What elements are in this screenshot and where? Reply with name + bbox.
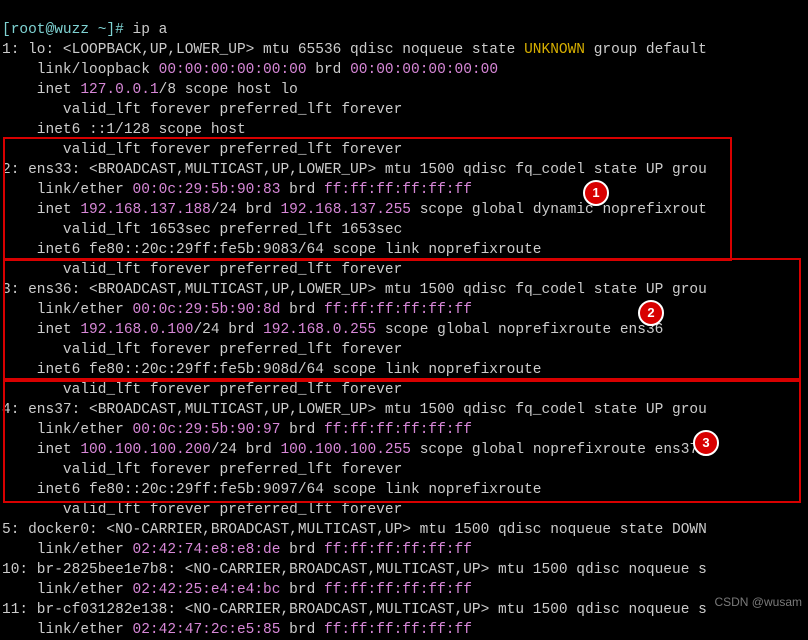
- ens37-mac: 00:0c:29:5b:90:97: [133, 422, 281, 438]
- lo-mac: 00:00:00:00:00:00: [159, 62, 307, 78]
- ens33-inet-ip: 192.168.137.188: [80, 202, 211, 218]
- ens33-inet-brd: 192.168.137.255: [280, 202, 411, 218]
- lo-state: UNKNOWN: [524, 42, 585, 58]
- lo-inet-a: inet: [2, 82, 80, 98]
- br2-header: 11: br-cf031282e138: <NO-CARRIER,BROADCA…: [2, 602, 707, 618]
- ens33-inet-a: inet: [2, 202, 80, 218]
- lo-inet-b: /8 scope host lo: [159, 82, 298, 98]
- br1-mac: 02:42:25:e4:e4:bc: [133, 582, 281, 598]
- ens37-valid: valid_lft forever preferred_lft forever: [2, 462, 402, 478]
- docker0-link-b: brd: [280, 542, 324, 558]
- ens36-link-a: link/ether: [2, 302, 133, 318]
- ens36-inet-b: /24 brd: [193, 322, 263, 338]
- ens37-inet-c: scope global noprefixroute ens37: [411, 442, 698, 458]
- ens36-mac: 00:0c:29:5b:90:8d: [133, 302, 281, 318]
- ens36-link-b: brd: [280, 302, 324, 318]
- lo-valid6: valid_lft forever preferred_lft forever: [2, 142, 402, 158]
- ens33-inet-b: /24 brd: [211, 202, 281, 218]
- ens36-inet-ip: 192.168.0.100: [80, 322, 193, 338]
- lo-inet-ip: 127.0.0.1: [80, 82, 158, 98]
- ens33-inet6: inet6 fe80::20c:29ff:fe5b:9083/64 scope …: [2, 242, 542, 258]
- ens36-valid: valid_lft forever preferred_lft forever: [2, 342, 402, 358]
- br1-link-a: link/ether: [2, 582, 133, 598]
- terminal-output: [root@wuzz ~]# ip a 1: lo: <LOOPBACK,UP,…: [2, 0, 707, 640]
- ens37-header: 4: ens37: <BROADCAST,MULTICAST,UP,LOWER_…: [2, 402, 707, 418]
- docker0-header: 5: docker0: <NO-CARRIER,BROADCAST,MULTIC…: [2, 522, 707, 538]
- br2-link-b: brd: [280, 622, 324, 638]
- annotation-badge-2: 2: [638, 300, 664, 326]
- ens37-inet-b: /24 brd: [211, 442, 281, 458]
- br2-brd: ff:ff:ff:ff:ff:ff: [324, 622, 472, 638]
- ens36-valid6: valid_lft forever preferred_lft forever: [2, 382, 402, 398]
- watermark: CSDN @wusam: [714, 592, 802, 612]
- ens36-brd: ff:ff:ff:ff:ff:ff: [324, 302, 472, 318]
- br1-link-b: brd: [280, 582, 324, 598]
- ens36-inet-a: inet: [2, 322, 80, 338]
- lo-brd: 00:00:00:00:00:00: [350, 62, 498, 78]
- lo-link-a: link/loopback: [2, 62, 159, 78]
- ens37-valid6: valid_lft forever preferred_lft forever: [2, 502, 402, 518]
- ens37-link-b: brd: [280, 422, 324, 438]
- ens33-mac: 00:0c:29:5b:90:83: [133, 182, 281, 198]
- ens37-inet-a: inet: [2, 442, 80, 458]
- ens33-link-a: link/ether: [2, 182, 133, 198]
- ens33-inet-c: scope global dynamic noprefixrout: [411, 202, 707, 218]
- ens37-inet-brd: 100.100.100.255: [280, 442, 411, 458]
- br1-header: 10: br-2825bee1e7b8: <NO-CARRIER,BROADCA…: [2, 562, 707, 578]
- annotation-badge-1: 1: [583, 180, 609, 206]
- br2-link-a: link/ether: [2, 622, 133, 638]
- ens33-valid: valid_lft 1653sec preferred_lft 1653sec: [2, 222, 402, 238]
- lo-header-b: group default: [585, 42, 707, 58]
- br2-mac: 02:42:47:2c:e5:85: [133, 622, 281, 638]
- lo-inet6: inet6 ::1/128 scope host: [2, 122, 246, 138]
- br1-brd: ff:ff:ff:ff:ff:ff: [324, 582, 472, 598]
- ens33-header: 2: ens33: <BROADCAST,MULTICAST,UP,LOWER_…: [2, 162, 707, 178]
- shell-prompt: [root@wuzz ~]#: [2, 22, 133, 38]
- shell-command: ip a: [133, 22, 168, 38]
- ens33-valid6: valid_lft forever preferred_lft forever: [2, 262, 402, 278]
- docker0-brd: ff:ff:ff:ff:ff:ff: [324, 542, 472, 558]
- docker0-link-a: link/ether: [2, 542, 133, 558]
- ens37-brd: ff:ff:ff:ff:ff:ff: [324, 422, 472, 438]
- ens37-link-a: link/ether: [2, 422, 133, 438]
- ens33-link-b: brd: [280, 182, 324, 198]
- docker0-mac: 02:42:74:e8:e8:de: [133, 542, 281, 558]
- lo-valid: valid_lft forever preferred_lft forever: [2, 102, 402, 118]
- annotation-badge-3: 3: [693, 430, 719, 456]
- ens37-inet6: inet6 fe80::20c:29ff:fe5b:9097/64 scope …: [2, 482, 542, 498]
- lo-link-b: brd: [307, 62, 351, 78]
- ens36-inet-c: scope global noprefixroute ens36: [376, 322, 663, 338]
- lo-header-a: 1: lo: <LOOPBACK,UP,LOWER_UP> mtu 65536 …: [2, 42, 524, 58]
- ens36-inet-brd: 192.168.0.255: [263, 322, 376, 338]
- ens36-header: 3: ens36: <BROADCAST,MULTICAST,UP,LOWER_…: [2, 282, 707, 298]
- ens33-brd: ff:ff:ff:ff:ff:ff: [324, 182, 472, 198]
- ens37-inet-ip: 100.100.100.200: [80, 442, 211, 458]
- ens36-inet6: inet6 fe80::20c:29ff:fe5b:908d/64 scope …: [2, 362, 542, 378]
